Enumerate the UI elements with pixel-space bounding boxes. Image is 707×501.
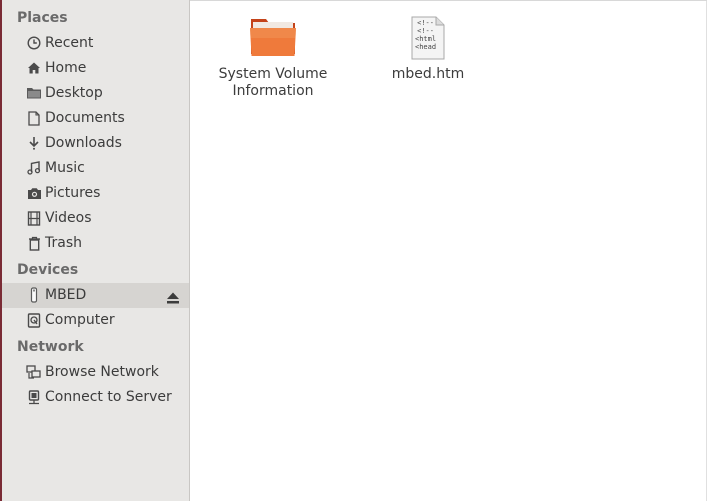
file-view: System Volume Information <!-- <!-- <html… xyxy=(190,0,707,501)
sidebar-item-label: Videos xyxy=(45,210,92,226)
sidebar-item-browse-network[interactable]: Browse Network xyxy=(2,360,189,385)
sidebar-item-home[interactable]: Home xyxy=(2,56,189,81)
usb-drive-icon xyxy=(26,287,42,303)
sidebar-item-label: Downloads xyxy=(45,135,122,151)
sidebar-item-mbed[interactable]: MBED xyxy=(2,283,189,308)
sidebar-item-label: Documents xyxy=(45,110,125,126)
sidebar-item-music[interactable]: Music xyxy=(2,156,189,181)
sidebar-item-desktop[interactable]: Desktop xyxy=(2,81,189,106)
trash-icon xyxy=(26,235,42,251)
section-header-network: Network xyxy=(17,339,84,355)
sidebar-item-label: Desktop xyxy=(45,85,103,101)
folder-icon xyxy=(249,16,297,62)
sidebar-item-downloads[interactable]: Downloads xyxy=(2,131,189,156)
sidebar-item-label: Browse Network xyxy=(45,364,159,380)
download-icon xyxy=(26,135,42,151)
sidebar-item-label: MBED xyxy=(45,287,87,303)
html-file-icon: <!-- <!-- <html <head xyxy=(411,16,445,60)
sidebar-item-documents[interactable]: Documents xyxy=(2,106,189,131)
film-icon xyxy=(26,210,42,226)
sidebar-item-trash[interactable]: Trash xyxy=(2,231,189,256)
document-icon xyxy=(26,110,42,126)
computer-icon xyxy=(26,312,42,328)
sidebar-item-label: Home xyxy=(45,60,87,76)
recent-icon xyxy=(26,35,42,51)
sidebar-item-label: Connect to Server xyxy=(45,389,172,405)
eject-icon[interactable] xyxy=(166,289,180,304)
sidebar-item-pictures[interactable]: Pictures xyxy=(2,181,189,206)
folder-icon xyxy=(26,85,42,101)
file-manager-window: Places Recent Home Desktop Documents Dow… xyxy=(0,0,707,501)
sidebar-item-recent[interactable]: Recent xyxy=(2,31,189,56)
sidebar-item-videos[interactable]: Videos xyxy=(2,206,189,231)
network-icon xyxy=(26,364,42,380)
file-name: System Volume Information xyxy=(218,66,328,99)
sidebar-item-label: Pictures xyxy=(45,185,101,201)
music-icon xyxy=(26,160,42,176)
sidebar-item-label: Trash xyxy=(45,235,82,251)
file-name: mbed.htm xyxy=(391,66,465,82)
file-preview-text: <!-- <!-- <html <head xyxy=(415,19,437,51)
section-header-devices: Devices xyxy=(17,262,79,278)
section-header-places: Places xyxy=(17,10,68,26)
sidebar-item-computer[interactable]: Computer xyxy=(2,308,189,333)
sidebar: Places Recent Home Desktop Documents Dow… xyxy=(2,0,190,501)
sidebar-item-label: Computer xyxy=(45,312,115,328)
sidebar-item-label: Recent xyxy=(45,35,94,51)
home-icon xyxy=(26,60,42,76)
file-item-system-volume-information[interactable]: System Volume Information xyxy=(213,15,333,100)
server-icon xyxy=(26,389,42,405)
sidebar-item-connect-to-server[interactable]: Connect to Server xyxy=(2,385,189,410)
camera-icon xyxy=(26,185,42,201)
sidebar-item-label: Music xyxy=(45,160,85,176)
file-item-mbed-htm[interactable]: <!-- <!-- <html <head mbed.htm xyxy=(368,11,488,83)
